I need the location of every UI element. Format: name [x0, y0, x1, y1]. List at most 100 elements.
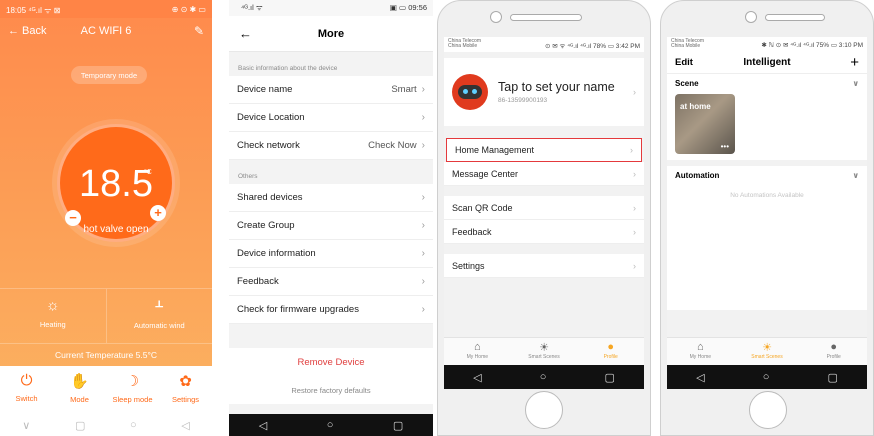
- increase-temp-button[interactable]: +: [150, 205, 166, 221]
- message-center-row[interactable]: Message Center ›: [444, 162, 644, 186]
- set-name-prompt: Tap to set your name: [498, 80, 615, 94]
- heating-indicator[interactable]: ☼ Heating: [0, 289, 107, 343]
- nav-collapse-icon[interactable]: ∨: [22, 419, 30, 432]
- sleep-mode-button[interactable]: ☽ Sleep mode: [106, 366, 159, 414]
- chevron-down-icon: ∨: [852, 170, 860, 180]
- nav-recent-icon[interactable]: ▢: [75, 419, 85, 432]
- nav-home-icon[interactable]: ○: [540, 371, 547, 383]
- chevron-right-icon: ›: [633, 226, 636, 237]
- feedback-row[interactable]: Feedback ›: [444, 220, 644, 244]
- message-center-label: Message Center: [452, 168, 519, 179]
- back-arrow-icon[interactable]: ←: [239, 26, 252, 41]
- profile-icon: ●: [830, 341, 837, 353]
- tab-profile-label: Profile: [826, 354, 841, 360]
- decrease-temp-button[interactable]: −: [65, 210, 81, 226]
- status-bar-right: ▣ ▭ 09:56: [389, 3, 427, 12]
- intelligent-phone: China Telecom China Mobile ✱ ℕ ⊙ ✉ ⁴ᴳ.ıl…: [660, 0, 874, 436]
- hand-icon: ✋: [70, 373, 89, 390]
- chevron-right-icon: ›: [421, 112, 425, 123]
- nav-back-icon[interactable]: ◁: [259, 419, 267, 432]
- home-button[interactable]: [525, 391, 563, 429]
- chevron-right-icon: ›: [421, 304, 425, 315]
- create-group-row[interactable]: Create Group ›: [229, 212, 433, 240]
- page-title: More: [317, 27, 345, 40]
- tab-profile[interactable]: ● Profile: [577, 338, 644, 365]
- tab-my-home-label: My Home: [689, 354, 712, 360]
- nav-back-icon[interactable]: ◁: [181, 419, 189, 432]
- profile-header[interactable]: Tap to set your name 86-13599900193 ›: [444, 58, 644, 126]
- status-bar: China Telecom China Mobile ⊙ ✉ ᯤ ⁴ᴳ.ıl ⁴…: [444, 37, 644, 52]
- nav-home-icon[interactable]: ○: [327, 419, 334, 431]
- settings-row[interactable]: Settings ›: [444, 254, 644, 278]
- nav-recent-icon[interactable]: ▢: [828, 371, 838, 384]
- system-nav: ◁ ○ ▢: [229, 414, 433, 436]
- chevron-down-icon: ∨: [852, 78, 860, 88]
- mode-label: Mode: [70, 395, 89, 404]
- add-icon[interactable]: +: [850, 54, 859, 71]
- tab-smart-scenes[interactable]: ☀ Smart Scenes: [734, 338, 801, 365]
- nav-home-icon[interactable]: ○: [130, 419, 137, 431]
- profile-phone: China Telecom China Mobile ⊙ ✉ ᯤ ⁴ᴳ.ıl ⁴…: [437, 0, 651, 436]
- device-information-row[interactable]: Device information ›: [229, 240, 433, 268]
- temporary-mode-badge[interactable]: Temporary mode: [71, 66, 147, 84]
- chevron-right-icon: ›: [633, 168, 636, 179]
- check-network-value: Check Now: [368, 140, 417, 151]
- chevron-right-icon: ›: [630, 145, 633, 155]
- temperature-dial[interactable]: 18.5 °C hot valve open − +: [57, 124, 175, 242]
- device-title: AC WIFI 6: [80, 25, 132, 37]
- more-options-icon[interactable]: •••: [721, 142, 729, 151]
- nav-back-icon[interactable]: ◁: [473, 371, 481, 384]
- tab-profile[interactable]: ● Profile: [800, 338, 867, 365]
- nav-recent-icon[interactable]: ▢: [605, 371, 615, 384]
- feedback-label: Feedback: [237, 276, 279, 287]
- scene-header[interactable]: Scene ∨: [667, 74, 867, 92]
- restore-defaults-button[interactable]: Restore factory defaults: [229, 376, 433, 404]
- thermostat-nav: ← Back AC WIFI 6 ✎: [0, 18, 212, 44]
- device-location-row[interactable]: Device Location ›: [229, 104, 433, 132]
- tab-my-home[interactable]: ⌂ My Home: [667, 338, 734, 365]
- section-basic-info: Basic information about the device: [238, 65, 338, 72]
- system-nav: ◁ ○ ▢: [444, 365, 644, 389]
- scene-card-label: at home: [680, 102, 711, 111]
- settings-label: Settings: [452, 260, 485, 271]
- switch-button[interactable]: ⏻ Switch: [0, 366, 53, 414]
- chevron-right-icon: ›: [633, 87, 636, 97]
- mode-indicators: ☼ Heating ᚆ Automatic wind: [0, 288, 212, 344]
- system-nav: ◁ ○ ▢: [667, 365, 867, 389]
- feedback-label: Feedback: [452, 226, 492, 237]
- current-temperature: Current Temperature 5.5°C: [55, 350, 157, 360]
- wind-label: Automatic wind: [133, 321, 185, 330]
- device-name-row[interactable]: Device name Smart ›: [229, 76, 433, 104]
- shared-devices-row[interactable]: Shared devices ›: [229, 184, 433, 212]
- remove-device-button[interactable]: Remove Device: [229, 348, 433, 376]
- mode-button[interactable]: ✋ Mode: [53, 366, 106, 414]
- tab-smart-scenes[interactable]: ☀ Smart Scenes: [511, 338, 578, 365]
- home-button[interactable]: [749, 391, 787, 429]
- automation-header[interactable]: Automation ∨: [667, 166, 867, 184]
- device-name-value: Smart: [391, 84, 417, 95]
- chevron-right-icon: ›: [421, 248, 425, 259]
- sun-icon: ☀: [539, 342, 549, 354]
- home-management-row[interactable]: Home Management ›: [446, 138, 642, 162]
- valve-status: hot valve open: [83, 224, 149, 235]
- house-icon: ⌂: [697, 341, 704, 353]
- check-network-row[interactable]: Check network Check Now ›: [229, 132, 433, 160]
- nav-recent-icon[interactable]: ▢: [393, 419, 403, 432]
- sleep-mode-label: Sleep mode: [112, 395, 153, 404]
- sun-icon: ☼: [45, 297, 60, 314]
- feedback-row[interactable]: Feedback ›: [229, 268, 433, 296]
- phone-top-bezel: [438, 1, 650, 37]
- scan-qr-row[interactable]: Scan QR Code ›: [444, 196, 644, 220]
- scene-card[interactable]: at home •••: [675, 94, 735, 154]
- edit-button[interactable]: Edit: [675, 57, 693, 68]
- speaker-grille: [510, 14, 582, 21]
- settings-button[interactable]: ✿ Settings: [159, 366, 212, 414]
- tab-my-home[interactable]: ⌂ My Home: [444, 338, 511, 365]
- nav-home-icon[interactable]: ○: [763, 371, 770, 383]
- nav-back-icon[interactable]: ◁: [696, 371, 704, 384]
- power-icon: ⏻: [20, 372, 33, 389]
- wind-indicator[interactable]: ᚆ Automatic wind: [107, 289, 213, 343]
- fan-icon: ᚆ: [155, 298, 163, 315]
- firmware-upgrade-row[interactable]: Check for firmware upgrades ›: [229, 296, 433, 324]
- carrier-label: China Telecom China Mobile: [448, 38, 481, 49]
